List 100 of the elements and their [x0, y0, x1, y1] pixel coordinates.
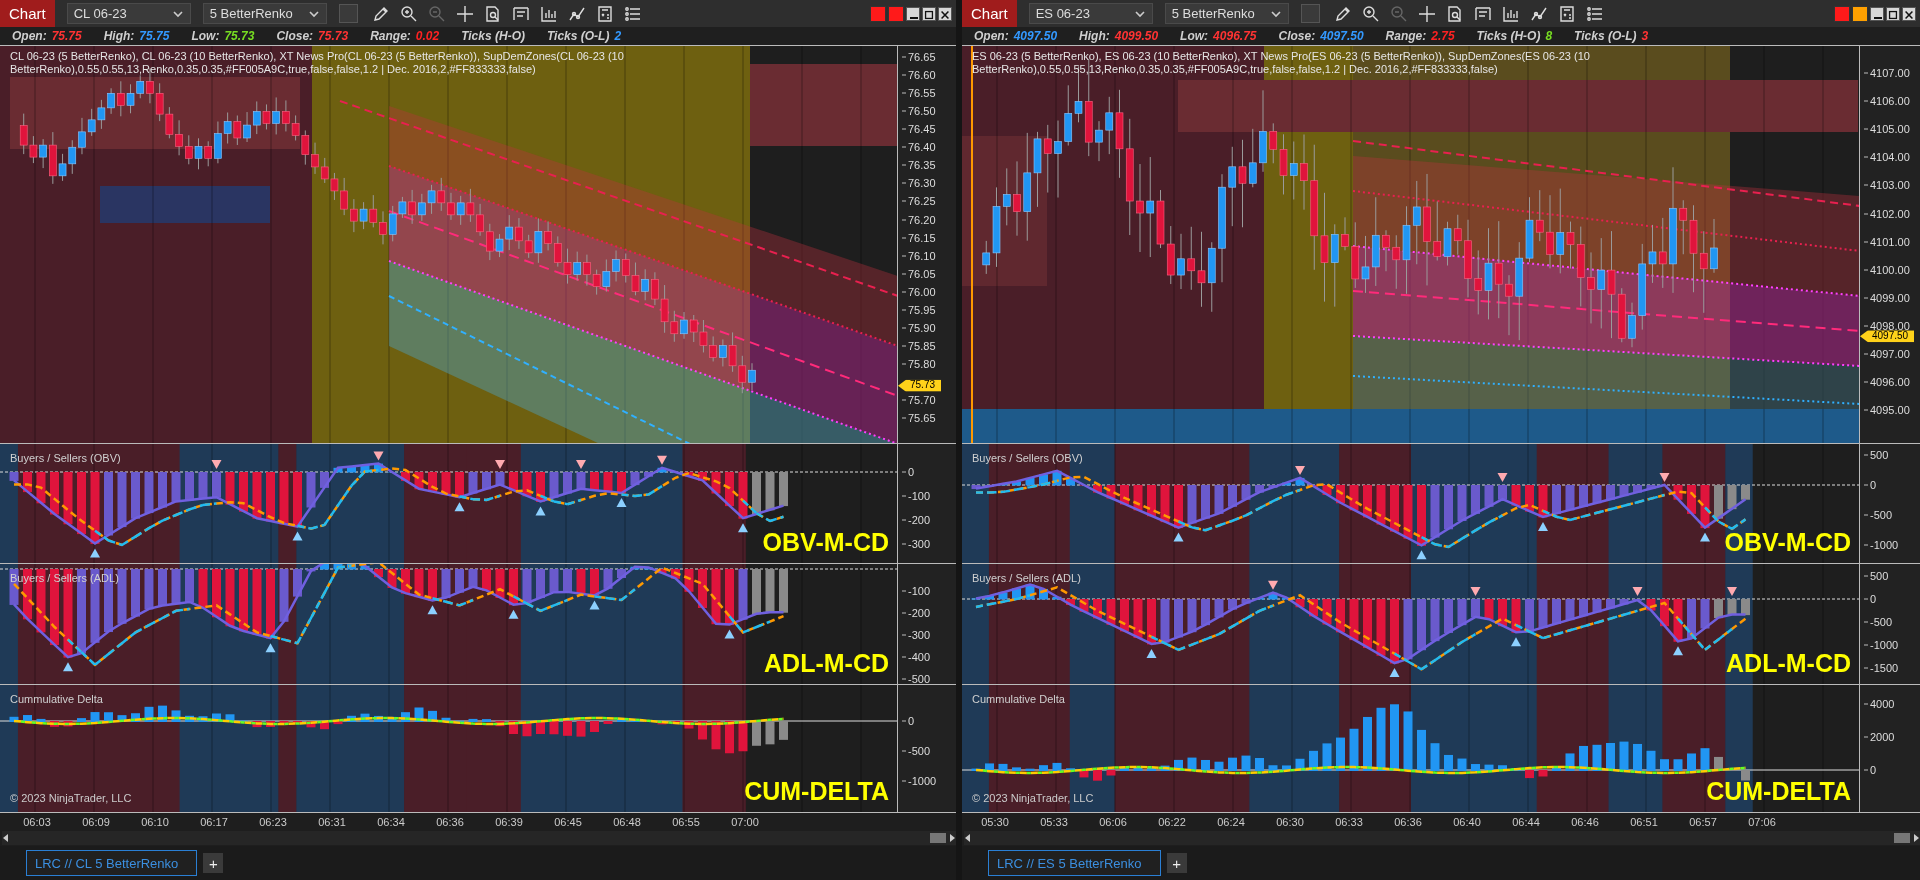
- axis-label: -300: [902, 629, 931, 641]
- indicator-label: CUM-DELTA: [744, 777, 889, 806]
- copyright-text: © 2023 NinjaTrader, LLC: [10, 792, 132, 804]
- axis-label: -500: [1864, 509, 1893, 521]
- time-label: 06:30: [1275, 816, 1305, 828]
- field-label: Ticks (H-O): [461, 29, 525, 43]
- axis-label: -400: [902, 651, 931, 663]
- axis-label: -100: [902, 585, 931, 597]
- axis-label: 4098.00: [1864, 320, 1910, 332]
- axis-label: 4097.00: [1864, 348, 1910, 360]
- field-label: Close:: [276, 29, 314, 43]
- chart-menu-button[interactable]: Chart: [0, 0, 55, 27]
- field-value: 0.02: [415, 29, 440, 43]
- field-label: Range:: [370, 29, 411, 43]
- bar-type-dropdown[interactable]: 5 BetterRenko: [202, 3, 327, 24]
- time-label: 06:46: [1570, 816, 1600, 828]
- field-label: Range:: [1385, 29, 1427, 43]
- axis-label: 76.15: [902, 232, 936, 244]
- instrument-dropdown[interactable]: ES 06-23: [1028, 3, 1153, 24]
- axis-label: 76.00: [902, 286, 936, 298]
- panel-title: Cummulative Delta: [972, 693, 1065, 705]
- copyright-text: © 2023 NinjaTrader, LLC: [972, 792, 1094, 804]
- axis-label: 75.85: [902, 340, 936, 352]
- panel-title: Buyers / Sellers (OBV): [10, 452, 121, 464]
- indicator-label: OBV-M-CD: [1724, 528, 1851, 557]
- axis-label: 76.40: [902, 141, 936, 153]
- time-label: 06:22: [1157, 816, 1187, 828]
- axis-label: 76.05: [902, 268, 936, 280]
- chart-menu-button[interactable]: Chart: [962, 0, 1017, 27]
- add-tab-button[interactable]: +: [203, 853, 224, 873]
- axis-label: 0: [1864, 479, 1877, 491]
- axis-label: 75.90: [902, 322, 936, 334]
- axis-label: 4105.00: [1864, 123, 1910, 135]
- time-label: 07:00: [730, 816, 760, 828]
- time-label: 06:10: [140, 816, 170, 828]
- field-value: 75.73: [318, 29, 349, 43]
- field-label: Close:: [1278, 29, 1316, 43]
- bar-type-dropdown[interactable]: 5 BetterRenko: [1164, 3, 1289, 24]
- axis-label: 500: [1864, 449, 1889, 461]
- field-label: High:: [103, 29, 135, 43]
- axis-label: 4107.00: [1864, 67, 1910, 79]
- axis-label: -300: [902, 538, 931, 550]
- axis-label: -1000: [1864, 539, 1899, 551]
- axis-label: -1500: [1864, 662, 1899, 674]
- field-label: Open:: [12, 29, 47, 43]
- axis-label: 76.65: [902, 51, 936, 63]
- axis-label: -1000: [902, 775, 937, 787]
- field-value: 4097.50: [1013, 29, 1058, 43]
- axis-label: 76.50: [902, 105, 936, 117]
- axis-label: 4101.00: [1864, 236, 1910, 248]
- axis-label: 4106.00: [1864, 95, 1910, 107]
- field-label: Low:: [191, 29, 220, 43]
- field-value: 75.73: [224, 29, 255, 43]
- time-label: 06:48: [612, 816, 642, 828]
- axis-label: 76.10: [902, 250, 936, 262]
- field-label: High:: [1079, 29, 1110, 43]
- field-value: 3: [1641, 29, 1649, 43]
- time-label: 05:30: [980, 816, 1010, 828]
- time-label: 05:33: [1039, 816, 1069, 828]
- field-value: 2: [614, 29, 622, 43]
- time-label: 06:51: [1629, 816, 1659, 828]
- axis-label: 4096.00: [1864, 376, 1910, 388]
- axis-label: 76.55: [902, 87, 936, 99]
- field-label: Ticks (H-O): [1476, 29, 1541, 43]
- chart-tab[interactable]: LRC // CL 5 BetterRenko: [26, 850, 198, 876]
- price-marker: 75.73: [898, 379, 942, 392]
- panel-title: Cummulative Delta: [10, 693, 103, 705]
- axis-label: 75.65: [902, 412, 936, 424]
- axis-label: 4095.00: [1864, 404, 1910, 416]
- axis-label: 75.95: [902, 304, 936, 316]
- axis-label: 4104.00: [1864, 151, 1910, 163]
- axis-label: 75.80: [902, 358, 936, 370]
- indicator-legend: ES 06-23 (5 BetterRenko), ES 06-23 (10 BetterRenko), XT News Pro(ES 06-23 (5 BetterRenko)), SupDemZones(ES 06-23 (10 BetterRenko),0.55,0.55,13,Renko,0.35,0.35,#FF005A9C,true,false,false,1.2 | Dec. 2016,2,#FF833333,false): [972, 50, 1682, 76]
- time-label: 06:23: [258, 816, 288, 828]
- time-label: 07:06: [1747, 816, 1777, 828]
- axis-label: 4099.00: [1864, 292, 1910, 304]
- field-value: 4097.50: [1320, 29, 1364, 43]
- axis-label: -200: [902, 514, 931, 526]
- time-label: 06:03: [22, 816, 52, 828]
- axis-label: 76.30: [902, 177, 936, 189]
- time-label: 06:45: [553, 816, 583, 828]
- instrument-dropdown[interactable]: CL 06-23: [66, 3, 191, 24]
- time-label: 06:34: [376, 816, 406, 828]
- time-label: 06:31: [317, 816, 347, 828]
- add-tab-button[interactable]: +: [1166, 853, 1187, 873]
- axis-label: 0: [902, 466, 915, 478]
- axis-label: 75.70: [902, 394, 936, 406]
- time-label: 06:17: [199, 816, 229, 828]
- time-label: 06:06: [1098, 816, 1128, 828]
- chart-tab[interactable]: LRC // ES 5 BetterRenko: [988, 850, 1161, 876]
- time-label: 06:36: [435, 816, 465, 828]
- axis-label: 4103.00: [1864, 179, 1910, 191]
- time-label: 06:36: [1393, 816, 1423, 828]
- field-value: 8: [1545, 29, 1553, 43]
- time-label: 06:33: [1334, 816, 1364, 828]
- axis-label: -500: [902, 673, 931, 685]
- axis-label: 76.20: [902, 214, 936, 226]
- panel-title: Buyers / Sellers (ADL): [972, 572, 1081, 584]
- time-label: 06:55: [671, 816, 701, 828]
- axis-label: 4102.00: [1864, 208, 1910, 219]
